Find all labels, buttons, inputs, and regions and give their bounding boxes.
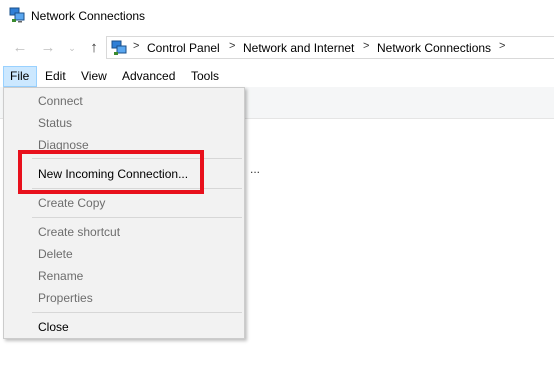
menu-item-delete[interactable]: Delete [5,243,243,265]
network-connections-icon [111,40,127,55]
menu-advanced-label: Advanced [122,69,176,83]
menu-separator [32,217,242,218]
menu-file-label: File [10,69,30,83]
file-menu-dropdown: Connect Status Diagnose New Incoming Con… [3,87,245,339]
window-title: Network Connections [31,9,146,23]
address-bar[interactable]: > Control Panel > Network and Internet >… [106,36,554,59]
menu-item-create-copy[interactable]: Create Copy [5,192,243,214]
navigation-bar: ← → ⌄ ↑ > Control Panel > Network and In… [0,32,554,64]
breadcrumb-network-connections[interactable]: Network Connections [377,41,491,55]
menu-tools[interactable]: Tools [185,66,225,87]
breadcrumb-network-and-internet[interactable]: Network and Internet [243,41,354,55]
breadcrumb-control-panel[interactable]: Control Panel [147,41,220,55]
content-text-peek: ... [250,162,261,176]
breadcrumb-separator[interactable]: > [133,40,139,52]
menu-item-new-incoming-connection[interactable]: New Incoming Connection... [5,163,243,185]
menu-edit[interactable]: Edit [39,66,72,87]
menu-file[interactable]: File [3,66,37,87]
menu-edit-label: Edit [45,69,66,83]
menu-item-connect[interactable]: Connect [5,90,243,112]
menu-view-label: View [81,69,107,83]
menu-item-rename[interactable]: Rename [5,265,243,287]
back-arrow-icon[interactable]: ← [12,40,28,56]
up-arrow-icon[interactable]: ↑ [86,40,102,56]
menu-separator [32,312,242,313]
menu-item-create-shortcut[interactable]: Create shortcut [5,221,243,243]
menu-bar: File Edit View Advanced Tools [0,66,554,87]
menu-advanced[interactable]: Advanced [116,66,181,87]
breadcrumb-separator[interactable]: > [363,40,369,52]
menu-item-properties[interactable]: Properties [5,287,243,309]
breadcrumb-separator[interactable]: > [229,40,235,52]
menu-separator [32,188,242,189]
forward-arrow-icon[interactable]: → [40,40,56,56]
menu-view[interactable]: View [75,66,113,87]
menu-tools-label: Tools [191,69,220,83]
menu-item-diagnose[interactable]: Diagnose [5,134,243,156]
chevron-down-icon[interactable]: ⌄ [64,40,80,56]
title-bar: Network Connections [0,0,554,32]
network-connections-icon [9,7,25,23]
menu-item-status[interactable]: Status [5,112,243,134]
menu-separator [32,158,242,159]
breadcrumb-separator[interactable]: > [499,40,505,52]
menu-item-close[interactable]: Close [5,316,243,338]
